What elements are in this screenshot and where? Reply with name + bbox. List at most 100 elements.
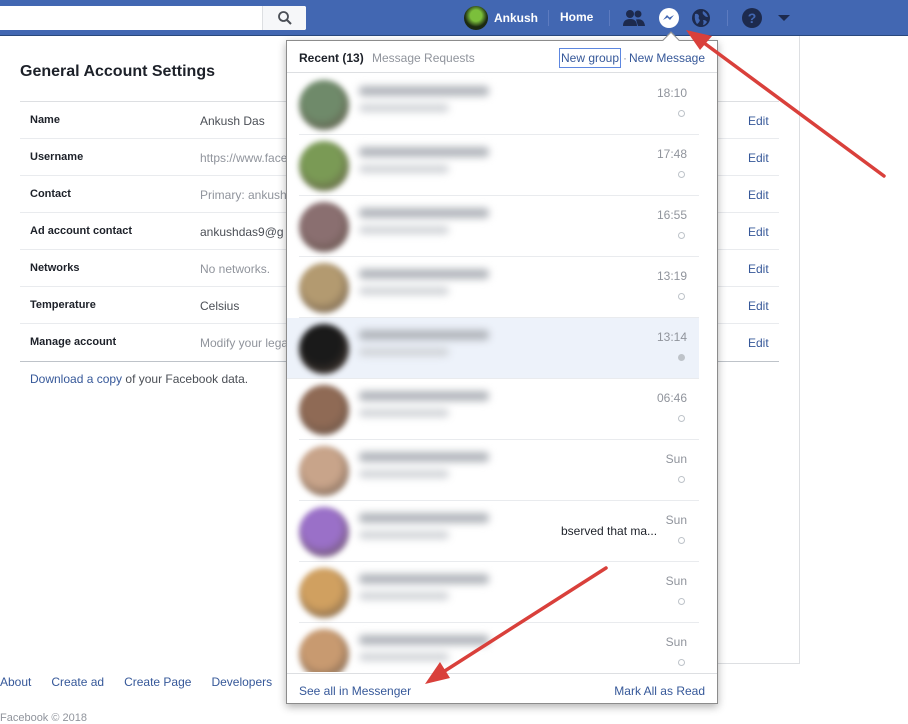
setting-value: Primary: ankush (200, 188, 287, 202)
separator-dot: · (623, 51, 627, 65)
new-message-link[interactable]: New Message (629, 51, 705, 65)
edit-link[interactable]: Edit (748, 188, 769, 202)
blurred-preview (359, 574, 559, 608)
messenger-dropdown: Recent (13) Message Requests New group ·… (286, 31, 718, 704)
footer-link-create-ad[interactable]: Create ad (51, 675, 104, 689)
setting-label: Manage account (30, 336, 117, 348)
edit-link[interactable]: Edit (748, 114, 769, 128)
download-copy-link[interactable]: Download a copy (30, 372, 122, 386)
help-icon[interactable]: ? (740, 7, 764, 29)
tab-recent[interactable]: Recent (13) (299, 51, 364, 65)
svg-text:?: ? (748, 10, 757, 26)
avatar (299, 568, 349, 618)
setting-label: Ad account contact (30, 225, 133, 237)
divider (609, 10, 610, 26)
list-item[interactable]: Sun (299, 440, 699, 501)
thread-time: 06:46 (656, 391, 687, 405)
thread-list: 18:10 17:48 16:55 13:19 13:14 06:46 Sun … (287, 74, 717, 672)
copyright: Facebook © 2018 (0, 712, 87, 724)
read-status-icon[interactable] (678, 110, 685, 117)
messenger-icon[interactable] (657, 7, 681, 29)
thread-time: 18:10 (656, 86, 687, 100)
download-data-text: Download a copy of your Facebook data. (30, 372, 248, 386)
read-status-icon[interactable] (678, 415, 685, 422)
avatar (299, 446, 349, 496)
thread-time: Sun (665, 513, 687, 527)
list-item[interactable]: 06:46 (299, 379, 699, 440)
setting-value: No networks. (200, 262, 271, 276)
list-item[interactable]: 17:48 (299, 135, 699, 196)
thread-snippet: bserved that ma... (561, 524, 658, 538)
setting-label: Username (30, 151, 84, 163)
read-status-icon[interactable] (678, 537, 685, 544)
footer-link-developers[interactable]: Developers (211, 675, 272, 689)
new-group-link[interactable]: New group (559, 48, 622, 68)
blurred-preview (359, 452, 559, 486)
read-status-icon[interactable] (678, 171, 685, 178)
footer-links: About Create ad Create Page Developers (0, 675, 292, 689)
setting-label: Name (30, 114, 60, 126)
thread-time: 13:14 (656, 330, 687, 344)
thread-time: 17:48 (656, 147, 687, 161)
read-status-icon[interactable] (678, 293, 685, 300)
account-menu-chevron-down-icon[interactable] (772, 7, 796, 29)
notifications-globe-icon[interactable] (689, 7, 713, 29)
avatar (299, 80, 349, 130)
blurred-preview (359, 330, 559, 364)
profile-link[interactable]: Ankush (464, 6, 538, 30)
blurred-preview (359, 147, 559, 181)
footer-link-create-page[interactable]: Create Page (124, 675, 191, 689)
setting-label: Temperature (30, 299, 96, 311)
blurred-preview (359, 208, 559, 242)
thread-time: Sun (665, 452, 687, 466)
list-item[interactable]: bserved that ma... Sun (299, 501, 699, 562)
blurred-preview (359, 635, 559, 669)
list-item[interactable]: Sun (299, 562, 699, 623)
avatar (299, 141, 349, 191)
search-button[interactable] (262, 6, 306, 30)
blurred-preview (359, 513, 559, 547)
read-status-icon[interactable] (678, 476, 685, 483)
blurred-preview (359, 391, 559, 425)
dropdown-footer: See all in Messenger Mark All as Read (287, 673, 717, 704)
thread-time: 13:19 (656, 269, 687, 283)
edit-link[interactable]: Edit (748, 225, 769, 239)
friend-requests-icon[interactable] (622, 7, 646, 29)
home-link[interactable]: Home (560, 10, 593, 24)
list-item[interactable]: 18:10 (299, 74, 699, 135)
unread-status-icon[interactable] (678, 354, 685, 361)
list-item-unread[interactable]: 13:14 (287, 318, 699, 379)
footer-link-about[interactable]: About (0, 675, 31, 689)
read-status-icon[interactable] (678, 232, 685, 239)
page-title: General Account Settings (20, 63, 215, 80)
edit-link[interactable]: Edit (748, 299, 769, 313)
top-navigation-bar: Ankush Home ? (0, 0, 908, 36)
see-all-in-messenger-link[interactable]: See all in Messenger (299, 684, 411, 698)
setting-label: Contact (30, 188, 71, 200)
setting-value: https://www.face (200, 151, 288, 165)
avatar (299, 324, 349, 374)
avatar (299, 629, 349, 672)
divider (548, 10, 549, 26)
thread-time: Sun (665, 635, 687, 649)
blurred-preview (359, 86, 559, 120)
setting-value: Modify your lega (200, 336, 289, 350)
list-item[interactable]: 13:19 (299, 257, 699, 318)
search-input[interactable] (0, 6, 306, 30)
read-status-icon[interactable] (678, 659, 685, 666)
read-status-icon[interactable] (678, 598, 685, 605)
tab-message-requests[interactable]: Message Requests (372, 51, 475, 65)
list-item[interactable]: Sun (299, 623, 699, 672)
avatar (299, 507, 349, 557)
avatar (299, 202, 349, 252)
avatar (299, 263, 349, 313)
list-item[interactable]: 16:55 (299, 196, 699, 257)
edit-link[interactable]: Edit (748, 151, 769, 165)
mark-all-as-read-link[interactable]: Mark All as Read (614, 684, 705, 698)
setting-value: ankushdas9@g (200, 225, 284, 239)
divider (727, 10, 728, 26)
dropdown-header: Recent (13) Message Requests New group ·… (287, 41, 717, 73)
edit-link[interactable]: Edit (748, 262, 769, 276)
thread-time: 16:55 (656, 208, 687, 222)
edit-link[interactable]: Edit (748, 336, 769, 350)
